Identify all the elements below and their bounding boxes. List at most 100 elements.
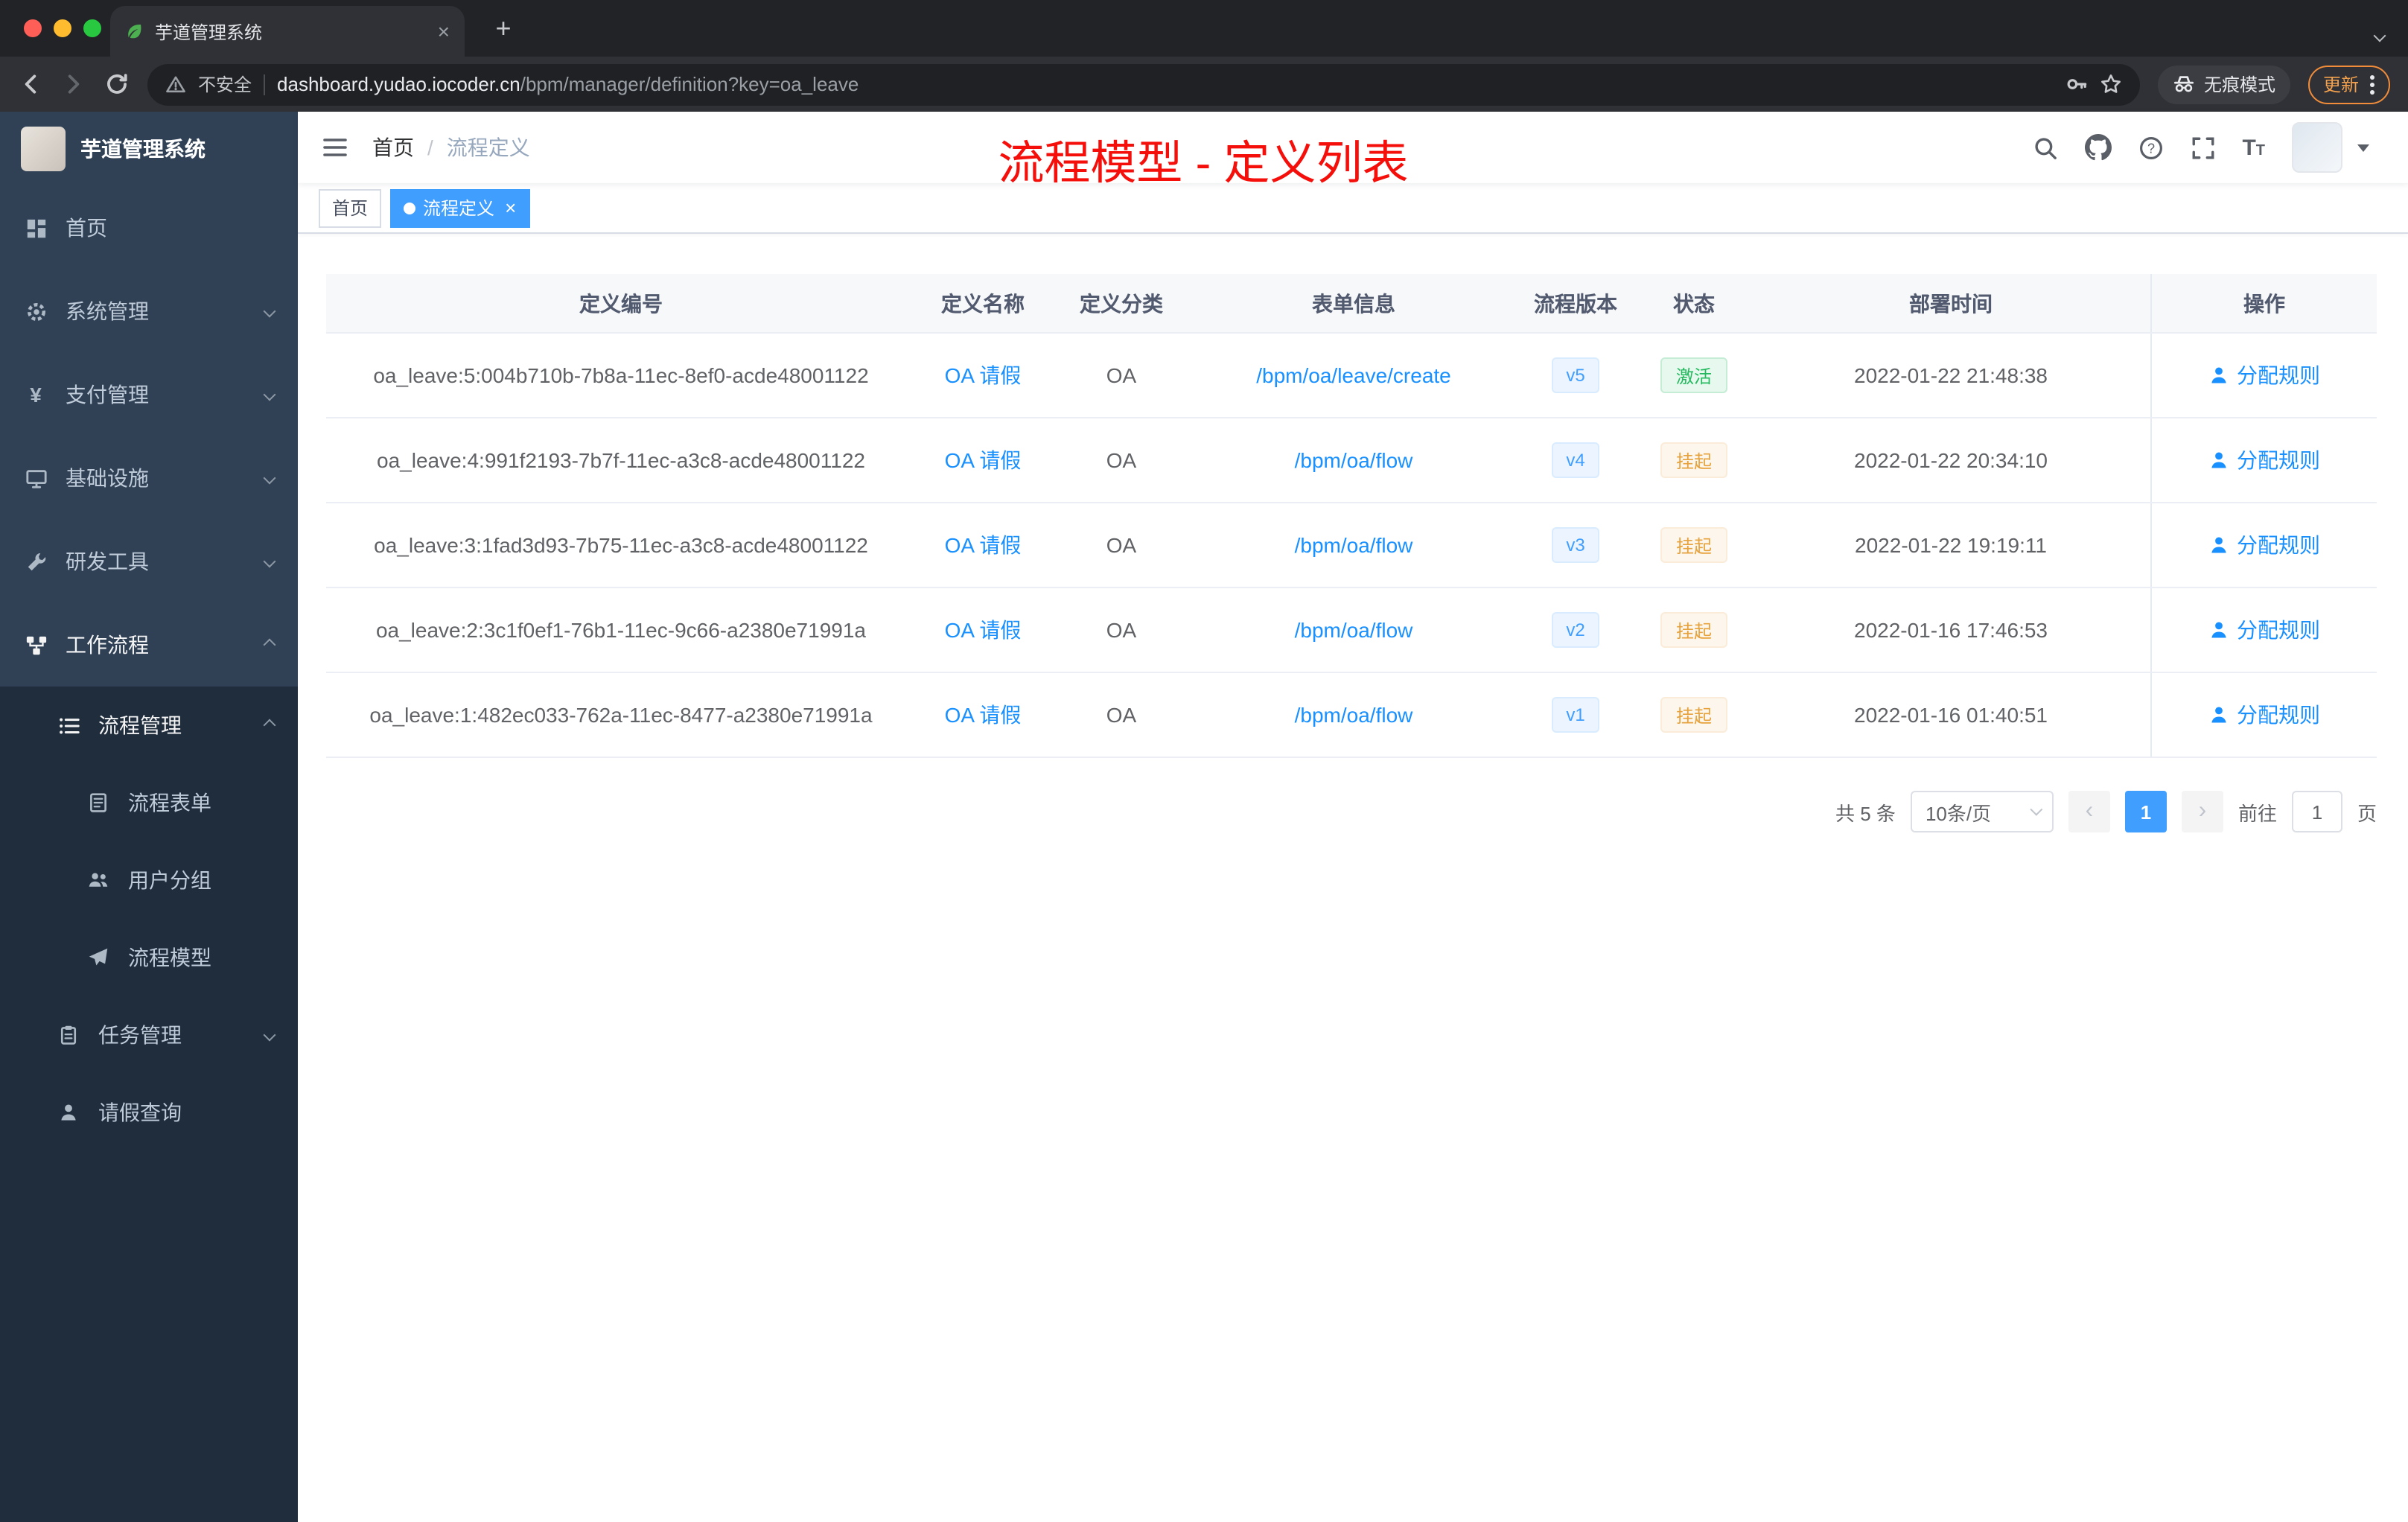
update-chip[interactable]: 更新: [2307, 65, 2390, 104]
github-icon[interactable]: [2084, 134, 2112, 161]
tab-close-icon[interactable]: ×: [438, 21, 450, 42]
search-icon[interactable]: [2032, 135, 2057, 160]
person-icon: [2208, 365, 2229, 386]
new-tab-button[interactable]: +: [485, 12, 521, 48]
assign-rule-link[interactable]: 分配规则: [2208, 530, 2320, 560]
definition-category: OA: [1106, 363, 1137, 387]
sidebar-item-infrastructure[interactable]: 基础设施: [0, 436, 298, 520]
definition-category: OA: [1106, 533, 1137, 557]
back-icon[interactable]: [18, 71, 43, 97]
forward-icon[interactable]: [61, 71, 86, 97]
definition-name-link[interactable]: OA 请假: [945, 530, 1022, 560]
definition-name-link[interactable]: OA 请假: [945, 700, 1022, 730]
window-minimize-button[interactable]: [54, 19, 71, 37]
sidebar-item-leave-query[interactable]: 请假查询: [0, 1074, 298, 1151]
definition-id: oa_leave:4:991f2193-7b7f-11ec-a3c8-acde4…: [377, 448, 865, 472]
form-info-link[interactable]: /bpm/oa/leave/create: [1256, 363, 1451, 387]
table-body: oa_leave:5:004b710b-7b8a-11ec-8ef0-acde4…: [326, 334, 2377, 758]
definition-name-link[interactable]: OA 请假: [945, 615, 1022, 645]
assign-rule-label: 分配规则: [2237, 533, 2320, 557]
security-warning-icon[interactable]: [165, 74, 186, 95]
sidebar-item-system[interactable]: 系统管理: [0, 270, 298, 353]
form-info-link[interactable]: /bpm/oa/flow: [1295, 618, 1413, 642]
tag-close-icon[interactable]: ×: [505, 198, 516, 217]
sidebar-item-label: 支付管理: [66, 383, 149, 407]
monitor-icon: [24, 467, 48, 489]
tab-title: 芋道管理系统: [155, 22, 263, 42]
column-header: 定义名称: [941, 291, 1025, 315]
form-info-link[interactable]: /bpm/oa/flow: [1295, 533, 1413, 557]
chevron-down-icon: [263, 471, 276, 485]
sidebar-background: [0, 1151, 298, 1522]
status-badge: 激活: [1660, 357, 1727, 393]
page-size-select[interactable]: 10条/页: [1910, 791, 2054, 832]
form-info-link[interactable]: /bpm/oa/flow: [1295, 703, 1413, 727]
deploy-time: 2022-01-22 19:19:11: [1855, 533, 2047, 557]
version-badge: v2: [1551, 612, 1600, 648]
wrench-icon: [24, 550, 48, 573]
prev-page-button[interactable]: ‹: [2068, 791, 2110, 832]
password-key-icon[interactable]: [2065, 73, 2088, 95]
chevron-down-icon[interactable]: [2357, 144, 2369, 151]
sidebar-item-payment[interactable]: ¥ 支付管理: [0, 353, 298, 436]
chevron-down-icon: [263, 555, 276, 568]
goto-page-input[interactable]: [2291, 791, 2342, 832]
avatar[interactable]: [2292, 122, 2342, 173]
status-badge: 挂起: [1660, 442, 1727, 478]
cell-actions: 分配规则: [2150, 673, 2377, 757]
definition-id: oa_leave:1:482ec033-762a-11ec-8477-a2380…: [369, 703, 873, 727]
sidebar-item-label: 流程管理: [98, 713, 182, 737]
definition-id: oa_leave:5:004b710b-7b8a-11ec-8ef0-acde4…: [373, 363, 869, 387]
browser-toolbar: 不安全 dashboard.yudao.iocoder.cn/bpm/manag…: [0, 57, 2408, 112]
column-header: 状态: [1673, 291, 1715, 315]
address-bar[interactable]: 不安全 dashboard.yudao.iocoder.cn/bpm/manag…: [147, 63, 2140, 105]
definition-id: oa_leave:3:1fad3d93-7b75-11ec-a3c8-acde4…: [374, 533, 868, 557]
sidebar-item-home[interactable]: 首页: [0, 186, 298, 270]
version-badge: v3: [1551, 527, 1600, 563]
sidebar-item-label: 首页: [66, 216, 107, 240]
tag-process-definition[interactable]: 流程定义 ×: [390, 188, 530, 227]
tag-home[interactable]: 首页: [319, 188, 382, 227]
sidebar-item-devtools[interactable]: 研发工具: [0, 520, 298, 603]
tab-search-icon[interactable]: [2373, 21, 2386, 48]
kebab-menu-icon[interactable]: [2369, 72, 2375, 96]
cell-version: v3: [1514, 503, 1637, 587]
assign-rule-link[interactable]: 分配规则: [2208, 445, 2320, 475]
form-info-link[interactable]: /bpm/oa/flow: [1295, 448, 1413, 472]
sidebar-item-process-form[interactable]: 流程表单: [0, 764, 298, 841]
sidebar-item-process-model[interactable]: 流程模型: [0, 919, 298, 996]
font-size-icon[interactable]: TT: [2242, 135, 2265, 160]
sidebar-item-process-management[interactable]: 流程管理: [0, 687, 298, 764]
fullscreen-icon[interactable]: [2190, 135, 2215, 160]
browser-tab[interactable]: 芋道管理系统 ×: [110, 6, 465, 57]
separator: [264, 74, 266, 95]
next-page-button[interactable]: ›: [2181, 791, 2223, 832]
current-page-button[interactable]: 1: [2124, 791, 2167, 832]
chevron-down-icon: [263, 305, 276, 318]
cell-version: v4: [1514, 418, 1637, 502]
help-icon[interactable]: ?: [2138, 135, 2163, 160]
table-row: oa_leave:3:1fad3d93-7b75-11ec-a3c8-acde4…: [326, 503, 2377, 588]
cell-status: 挂起: [1637, 503, 1751, 587]
window-zoom-button[interactable]: [83, 19, 101, 37]
assign-rule-link[interactable]: 分配规则: [2208, 360, 2320, 390]
breadcrumb-home[interactable]: 首页: [372, 133, 414, 162]
definition-name-link[interactable]: OA 请假: [945, 360, 1022, 390]
bookmark-star-icon[interactable]: [2100, 73, 2122, 95]
cell-actions: 分配规则: [2150, 334, 2377, 417]
app-logo[interactable]: 芋道管理系统: [0, 112, 298, 186]
assign-rule-link[interactable]: 分配规则: [2208, 615, 2320, 645]
cell-status: 激活: [1637, 334, 1751, 417]
cell-status: 挂起: [1637, 588, 1751, 672]
assign-rule-link[interactable]: 分配规则: [2208, 700, 2320, 730]
sidebar-item-user-group[interactable]: 用户分组: [0, 841, 298, 919]
reload-icon[interactable]: [104, 71, 130, 97]
window-close-button[interactable]: [24, 19, 42, 37]
definition-name-link[interactable]: OA 请假: [945, 445, 1022, 475]
assign-rule-label: 分配规则: [2237, 703, 2320, 727]
active-dot: [404, 202, 416, 214]
sidebar-item-workflow[interactable]: 工作流程: [0, 603, 298, 687]
hamburger-icon[interactable]: [322, 134, 348, 161]
sidebar-item-task-management[interactable]: 任务管理: [0, 996, 298, 1074]
sidebar-item-label: 任务管理: [98, 1023, 182, 1047]
